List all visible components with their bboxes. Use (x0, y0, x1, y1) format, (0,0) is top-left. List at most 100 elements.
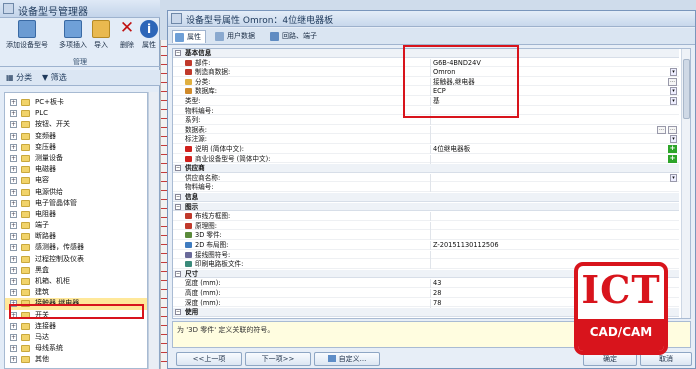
expand-icon[interactable]: + (10, 289, 17, 297)
tree-item[interactable]: + 连接器 (5, 321, 147, 332)
expand-icon[interactable]: + (10, 333, 17, 341)
tree-item[interactable]: + 按钮、开关 (5, 119, 147, 130)
property-row[interactable]: 2D 布局图: Z-20151130112506 (173, 241, 679, 250)
expand-icon[interactable]: + (10, 121, 17, 129)
tree-item[interactable]: + 机箱、机柜 (5, 276, 147, 287)
expand-icon[interactable]: + (10, 322, 17, 330)
prev-button[interactable]: <<上一项 (176, 352, 242, 366)
grid-scrollbar[interactable] (681, 49, 690, 318)
property-row[interactable]: 接线图符号: (173, 250, 679, 260)
expand-icon[interactable]: + (10, 345, 17, 353)
expand-icon[interactable]: + (10, 154, 17, 162)
dropdown-arrow-icon[interactable]: ▾ (670, 135, 677, 144)
expand-icon[interactable]: + (10, 255, 17, 263)
expand-icon[interactable]: + (10, 177, 17, 185)
column-divider (430, 298, 431, 308)
property-row[interactable]: 标注源: ▾ (173, 135, 679, 145)
tab-circuits[interactable]: 回路、端子 (268, 30, 321, 43)
tree-item[interactable]: + 黑盒 (5, 265, 147, 276)
tab-properties[interactable]: 属性 (172, 30, 206, 43)
info-icon: i (140, 20, 158, 38)
property-row[interactable]: 布线方框图: (173, 212, 679, 222)
property-row[interactable]: 物料编号: (173, 183, 679, 193)
tree-item[interactable]: + 母线系统 (5, 343, 147, 354)
tree-item[interactable]: + 变压器 (5, 142, 147, 153)
dropdown-arrow-icon[interactable]: ▾ (670, 173, 677, 182)
expand-icon[interactable]: + (10, 266, 17, 274)
tree-item[interactable]: + 感测器，传感器 (5, 242, 147, 253)
expand-icon[interactable]: + (10, 188, 17, 196)
property-category[interactable]: − 信息 (173, 193, 679, 202)
expand-icon[interactable]: + (10, 278, 17, 285)
expand-icon[interactable]: + (10, 210, 17, 218)
ellipsis-button[interactable]: … (668, 77, 677, 86)
property-category[interactable]: − 供应商 (173, 164, 679, 173)
tree-item[interactable]: + 断路器 (5, 231, 147, 242)
property-category[interactable]: − 图示 (173, 202, 679, 212)
next-button[interactable]: 下一项>> (245, 352, 311, 366)
dropdown-arrow-icon[interactable]: ▾ (670, 97, 677, 105)
property-row[interactable]: 数据表: …… (173, 125, 679, 135)
delete-button[interactable]: ✕ 删除 (118, 20, 136, 58)
dropdown-arrow-icon[interactable]: ▾ (670, 87, 677, 96)
tree-item[interactable]: + 电磁器 (5, 164, 147, 175)
property-value[interactable]: 4位继电器板 (433, 145, 470, 153)
customize-button[interactable]: 自定义... (314, 352, 380, 366)
tree-item[interactable]: + 电容 (5, 175, 147, 186)
tree-item[interactable]: + PC+板卡 (5, 97, 147, 108)
expand-icon[interactable]: + (10, 166, 17, 174)
grid-scroll-thumb[interactable] (683, 59, 690, 119)
ellipsis-button[interactable]: … (657, 125, 666, 134)
tree-item[interactable]: + 测量设备 (5, 153, 147, 164)
tree-item[interactable]: + 过程控制及仪表 (5, 254, 147, 265)
collapse-icon[interactable]: − (175, 203, 181, 210)
add-language-icon[interactable]: + (668, 145, 677, 153)
tree-item-label: 感测器，传感器 (35, 243, 84, 252)
tree-item[interactable]: + 电子管晶体管 (5, 198, 147, 209)
collapse-icon[interactable]: − (175, 309, 181, 316)
property-value[interactable]: Z-20151130112506 (433, 241, 499, 249)
expand-icon[interactable]: + (10, 132, 17, 140)
expand-icon[interactable]: + (10, 222, 17, 230)
expand-icon[interactable]: + (10, 110, 17, 118)
expand-icon[interactable]: + (10, 244, 17, 252)
property-row[interactable]: 供应商名称: ▾ (173, 173, 679, 183)
tree-item-label: 测量设备 (35, 153, 63, 162)
folder-icon (21, 154, 30, 162)
property-value[interactable]: 28 (433, 289, 441, 297)
property-row[interactable]: 3D 零件: (173, 231, 679, 241)
tab-category[interactable]: ▦ 分类 (6, 72, 32, 84)
add-language-icon[interactable]: + (668, 154, 677, 163)
tree-scrollbar[interactable] (148, 92, 158, 369)
tree-item[interactable]: + 变频器 (5, 131, 147, 142)
collapse-icon[interactable]: − (175, 270, 181, 277)
property-row[interactable]: 商业设备型号 (简体中文): + (173, 154, 679, 164)
add-device-button[interactable]: 添加设备型号 (4, 20, 50, 58)
expand-icon[interactable]: + (10, 233, 17, 241)
collapse-icon[interactable]: − (175, 50, 181, 56)
ellipsis-button[interactable]: … (668, 125, 677, 134)
expand-icon[interactable]: + (10, 143, 17, 151)
properties-button[interactable]: i 属性 (140, 20, 158, 58)
expand-icon[interactable]: + (10, 199, 17, 207)
expand-icon[interactable]: + (10, 356, 17, 364)
import-button[interactable]: 导入 (91, 20, 111, 58)
tree-item[interactable]: + PLC (5, 108, 147, 119)
tree-item[interactable]: + 马达 (5, 332, 147, 343)
property-row[interactable]: 说明 (简体中文): 4位继电器板 + (173, 145, 679, 154)
collapse-icon[interactable]: − (175, 194, 181, 200)
tab-user-data[interactable]: 用户数据 (213, 30, 259, 43)
tree-item[interactable]: + 电阻器 (5, 209, 147, 220)
tree-item[interactable]: + 电源供给 (5, 187, 147, 198)
multi-insert-button[interactable]: 多项插入 (55, 20, 91, 58)
expand-icon[interactable]: + (10, 99, 17, 106)
tab-filter[interactable]: ▼ 筛选 (42, 72, 67, 84)
dropdown-arrow-icon[interactable]: ▾ (670, 68, 677, 77)
tree-item[interactable]: + 建筑 (5, 287, 147, 298)
collapse-icon[interactable]: − (175, 165, 181, 172)
property-row[interactable]: 原理图: (173, 221, 679, 231)
property-value[interactable]: 43 (433, 279, 441, 287)
property-value[interactable]: 78 (433, 299, 441, 307)
tree-item[interactable]: + 其他 (5, 354, 147, 365)
tree-item[interactable]: + 端子 (5, 220, 147, 231)
